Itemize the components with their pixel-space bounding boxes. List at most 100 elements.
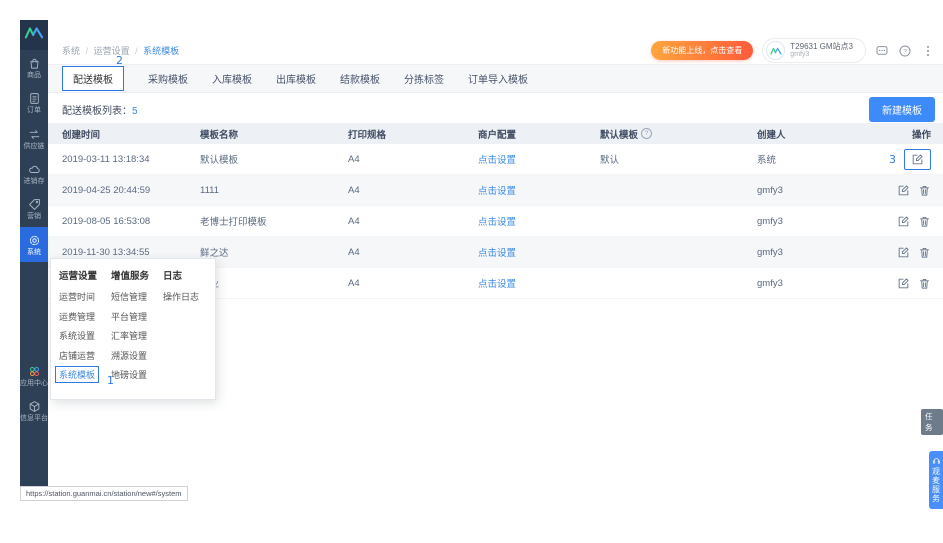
menu-item-system-template[interactable]: 系统模板 xyxy=(55,366,100,383)
cell-template-name-text: 鲜之达 xyxy=(200,248,229,259)
sidebar-item-inventory[interactable]: 进销存 xyxy=(20,156,48,191)
menu-item-sms-management[interactable]: 短信管理 xyxy=(111,290,147,303)
breadcrumb-separator: / xyxy=(135,46,138,56)
menu-column-operation-settings: 运营设置 运营时间 运费管理 系统设置 店铺运营 系统模板 xyxy=(55,268,105,388)
menu-column-title: 增值服务 xyxy=(111,271,150,282)
cell-template-name-text: 1111 xyxy=(200,184,220,196)
annotation-step-2: 2 xyxy=(116,54,123,67)
app-logo[interactable] xyxy=(20,20,48,50)
merchant-config-link[interactable]: 点击设置 xyxy=(478,183,516,197)
breadcrumb-operation-settings[interactable]: 运营设置 xyxy=(94,46,130,56)
column-header-label: 模板名称 xyxy=(200,129,239,141)
edit-template-button[interactable] xyxy=(897,246,910,259)
menu-item-system-settings[interactable]: 系统设置 xyxy=(59,329,95,342)
cell-print-spec-text: A4 xyxy=(348,277,360,289)
menu-item-freight-management[interactable]: 运费管理 xyxy=(59,310,95,323)
tab-outbound[interactable]: 出库模板 xyxy=(276,71,316,86)
tab-order-import[interactable]: 订单导入模板 xyxy=(468,71,528,86)
menu-item-store-operation[interactable]: 店铺运营 xyxy=(59,349,95,362)
app-window: 商品 订单 供应链 进销存 营销 系统 应用中心 信息平台 系统 / 运营设置 / 系统模板… xyxy=(20,20,943,500)
merchant-config-link[interactable]: 点击设置 xyxy=(478,276,516,290)
column-header-label: 打印规格 xyxy=(348,129,387,141)
tab-inbound[interactable]: 入库模板 xyxy=(212,71,252,86)
sidebar-item-label: 商品 xyxy=(27,72,41,79)
tab-purchase[interactable]: 采购模板 xyxy=(148,71,188,86)
main-area: 系统 / 运营设置 / 系统模板 新功能上线，点击查看 T29631 GM站点3… xyxy=(48,20,943,500)
task-floating-tag[interactable]: 任务 xyxy=(921,409,943,435)
delete-template-button[interactable] xyxy=(918,184,931,197)
delete-template-button[interactable] xyxy=(918,246,931,259)
column-header-print-spec: 打印规格 xyxy=(348,127,478,141)
merchant-config-link[interactable]: 点击设置 xyxy=(478,245,516,259)
new-template-button[interactable]: 新建模板 xyxy=(869,96,935,122)
sidebar-item-orders[interactable]: 订单 xyxy=(20,85,48,120)
system-menu-dropdown: 运营设置 运营时间 运费管理 系统设置 店铺运营 系统模板 增值服务 短信管理 平台管理 汇率管理… xyxy=(50,258,216,400)
edit-template-button[interactable] xyxy=(897,277,910,290)
menu-column-value-added-services: 增值服务短信管理平台管理汇率管理溯源设置地磅设置 xyxy=(111,268,157,388)
svg-text:?: ? xyxy=(903,48,907,55)
promo-banner-button[interactable]: 新功能上线，点击查看 xyxy=(651,41,754,60)
list-label-text: 配送模板列表： xyxy=(62,105,132,117)
account-names: T29631 GM站点3 gmfy3 xyxy=(790,42,853,59)
sidebar-item-supply-chain[interactable]: 供应链 xyxy=(20,121,48,156)
cell-actions xyxy=(887,277,943,290)
merchant-config-link[interactable]: 点击设置 xyxy=(478,214,516,228)
table-row: 2019-04-25 20:44:59 1111 A4 点击设置 gmfy3 xyxy=(48,175,943,206)
cell-merchant-config: 点击设置 xyxy=(478,183,600,197)
cell-default-template: 默认 xyxy=(600,152,757,166)
gear-icon xyxy=(28,234,41,247)
customer-service-tab[interactable]: 观麦服务 xyxy=(929,451,943,509)
cell-creator-text: gmfy3 xyxy=(757,277,783,289)
sidebar-item-label: 供应链 xyxy=(23,142,45,150)
sidebar-item-system[interactable]: 系统 xyxy=(20,226,48,263)
sidebar-item-marketing[interactable]: 营销 xyxy=(20,191,48,226)
edit-template-button[interactable] xyxy=(897,184,910,197)
menu-item-platform-management[interactable]: 平台管理 xyxy=(111,310,147,323)
edit-template-button[interactable] xyxy=(897,215,910,228)
cell-creator-text: 系统 xyxy=(757,155,777,166)
cell-print-spec: A4 xyxy=(348,216,478,227)
sidebar-item-label: 订单 xyxy=(27,107,41,115)
cell-creator-text: gmfy3 xyxy=(757,184,783,196)
column-header-merchant-config: 商户配置 xyxy=(478,127,600,141)
menu-item-operation-log[interactable]: 操作日志 xyxy=(163,290,199,303)
status-bar-url: https://station.guanmai.cn/station/new#/… xyxy=(20,486,188,501)
delete-template-button[interactable] xyxy=(918,215,931,228)
cell-creator: gmfy3 xyxy=(757,278,887,289)
sidebar-item-goods[interactable]: 商品 xyxy=(20,50,48,85)
menu-item-weighbridge[interactable]: 地磅设置 xyxy=(111,368,147,381)
menu-item-traceability[interactable]: 溯源设置 xyxy=(111,349,147,362)
cell-template-name: 鲜之达 xyxy=(200,245,348,259)
info-platform-icon xyxy=(28,400,41,413)
default-template-help-icon[interactable]: ? xyxy=(641,128,653,139)
cell-actions xyxy=(887,184,943,197)
message-icon[interactable] xyxy=(875,44,889,58)
sidebar-item-app-center[interactable]: 应用中心 xyxy=(20,358,48,393)
account-chip[interactable]: T29631 GM站点3 gmfy3 xyxy=(762,38,866,63)
cell-print-spec: A4 xyxy=(348,278,478,289)
menu-item-exchange-rate[interactable]: 汇率管理 xyxy=(111,329,147,342)
cell-default-template-text: 默认 xyxy=(600,155,620,166)
breadcrumb-system-template[interactable]: 系统模板 xyxy=(143,46,179,56)
sidebar-item-info-platform[interactable]: 信息平台 xyxy=(20,393,48,428)
topbar-right: 新功能上线，点击查看 T29631 GM站点3 gmfy3 ? xyxy=(651,38,935,63)
template-tabs: 配送模板 采购模板 入库模板 出库模板 结款模板 分拣标签 订单导入模板 xyxy=(48,64,943,93)
list-toolbar: 配送模板列表：5 新建模板 xyxy=(48,93,943,123)
delete-template-button[interactable] xyxy=(918,277,931,290)
edit-template-button[interactable] xyxy=(911,153,924,166)
merchant-config-link[interactable]: 点击设置 xyxy=(478,152,516,166)
cell-template-name: 默认模板 xyxy=(200,152,348,166)
tab-settlement[interactable]: 结款模板 xyxy=(340,71,380,86)
cell-creator-text: gmfy3 xyxy=(757,246,783,258)
inventory-icon xyxy=(28,163,41,176)
help-icon[interactable]: ? xyxy=(898,44,912,58)
kebab-menu-icon[interactable] xyxy=(921,44,935,58)
supply-chain-icon xyxy=(28,128,41,141)
tab-sorting-label[interactable]: 分拣标签 xyxy=(404,71,444,86)
tab-delivery[interactable]: 配送模板 xyxy=(62,66,124,91)
menu-column-title: 日志 xyxy=(163,271,183,282)
sidebar-item-label: 进销存 xyxy=(23,178,45,186)
annotation-step-3: 3 xyxy=(889,152,896,166)
breadcrumb-system[interactable]: 系统 xyxy=(62,46,80,56)
menu-item-operating-time[interactable]: 运营时间 xyxy=(59,290,95,303)
